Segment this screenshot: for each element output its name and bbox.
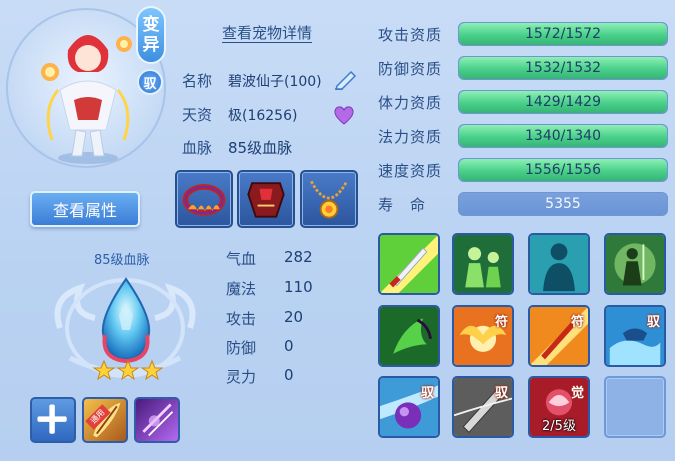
pet-name-row: 名称 碧波仙子(100): [182, 70, 322, 91]
stat-value: 110: [284, 278, 313, 296]
skill-slot[interactable]: [378, 305, 440, 367]
lifespan-bar: 5355: [458, 192, 668, 216]
pet-detail-link[interactable]: 查看宠物详情: [222, 22, 312, 43]
skill-slot[interactable]: 符: [528, 305, 590, 367]
stat-label: 灵力: [226, 368, 257, 386]
quality-label-magic: 法力资质: [378, 128, 443, 146]
name-label: 名称: [182, 72, 213, 90]
stat-row-defense: 防御 0: [226, 337, 294, 358]
bloodline-stars: [92, 359, 164, 381]
equip-slot-armor[interactable]: [237, 170, 295, 228]
view-attributes-button[interactable]: 查看属性: [30, 191, 140, 227]
quality-bar-text: 1556/1556: [525, 162, 601, 178]
skill-slot[interactable]: [378, 233, 440, 295]
skill-badge-fu: 符: [570, 315, 584, 330]
shield-warrior-icon: [606, 235, 664, 293]
stat-row-spirit: 灵力 0: [226, 366, 294, 387]
stat-label: 气血: [226, 250, 257, 268]
skill-badge-yu: 驭: [494, 386, 508, 401]
quality-bar-defense: 1532/1532: [458, 56, 668, 80]
skill-slot-empty[interactable]: [604, 376, 666, 438]
equip-slot-collar[interactable]: [175, 170, 233, 228]
bloodline-label: 血脉: [182, 139, 213, 157]
mutation-badge-line2: 异: [142, 35, 160, 55]
aptitude-label: 天资: [182, 106, 213, 124]
stat-label: 防御: [226, 339, 257, 357]
skill-level-text: 2/5级: [542, 419, 576, 434]
necklace-icon: [310, 180, 348, 219]
skill-slot[interactable]: [528, 233, 590, 295]
skill-slot[interactable]: [452, 233, 514, 295]
lifespan-label: 寿 命: [378, 196, 427, 214]
quality-bar-speed: 1556/1556: [458, 158, 668, 182]
quality-bar-text: 1572/1572: [525, 26, 601, 42]
stat-row-hp: 气血 282: [226, 248, 313, 269]
rename-pen-icon[interactable]: [333, 68, 359, 90]
quality-bar-text: 1429/1429: [525, 94, 601, 110]
skill-slot[interactable]: 驭: [378, 376, 440, 438]
quality-bar-stamina: 1429/1429: [458, 90, 668, 114]
sword-slash-icon: [380, 235, 438, 293]
skill-badge-yu: 驭: [646, 315, 660, 330]
star-icon: [140, 359, 164, 381]
skill-badge-jue: 觉: [570, 386, 584, 401]
green-warriors-icon: [454, 235, 512, 293]
pet-bloodline-row: 血脉 85级血脉: [182, 137, 292, 158]
name-value: 碧波仙子(100): [228, 73, 322, 90]
aptitude-value: 极(16256): [228, 107, 298, 124]
stat-row-mp: 魔法 110: [226, 278, 313, 299]
blue-silhouette-icon: [530, 235, 588, 293]
skill-slot[interactable]: 符: [452, 305, 514, 367]
skill-badge-yu: 驭: [420, 386, 434, 401]
stat-value: 20: [284, 308, 304, 326]
quality-bar-attack: 1572/1572: [458, 22, 668, 46]
quality-label-attack: 攻击资质: [378, 26, 443, 44]
quality-bar-magic: 1340/1340: [458, 124, 668, 148]
quality-label-defense: 防御资质: [378, 60, 443, 78]
magic-claw-icon: [142, 403, 174, 437]
star-icon: [92, 359, 116, 381]
mutation-badge: 变 异: [136, 6, 166, 64]
skill-slot[interactable]: 觉 2/5级: [528, 376, 590, 438]
mutation-badge-line1: 变: [142, 15, 160, 35]
stat-label: 魔法: [226, 280, 257, 298]
quality-bar-text: 1340/1340: [525, 128, 601, 144]
bloodline-value: 85级血脉: [228, 139, 293, 157]
special-item-slot[interactable]: [134, 397, 180, 443]
flame-collar-icon: [182, 184, 226, 216]
ride-badge: 驭: [137, 69, 163, 95]
heart-icon[interactable]: [333, 105, 355, 125]
quality-bar-text: 1532/1532: [525, 60, 601, 76]
stat-label: 攻击: [226, 310, 257, 328]
lifespan-value: 5355: [545, 196, 581, 212]
quality-label-speed: 速度资质: [378, 162, 443, 180]
skill-badge-fu: 符: [494, 315, 508, 330]
stat-value: 0: [284, 337, 294, 355]
skill-slot[interactable]: 驭: [452, 376, 514, 438]
general-item-slot[interactable]: 通用: [82, 397, 128, 443]
pet-aptitude-row: 天资 极(16256): [182, 104, 297, 125]
pet-portrait: [41, 35, 132, 164]
bloodline-gem-icon[interactable]: [95, 275, 157, 365]
stat-row-attack: 攻击 20: [226, 308, 303, 329]
add-slot-button[interactable]: [30, 397, 76, 443]
stat-value: 282: [284, 248, 313, 266]
green-claw-icon: [380, 307, 438, 365]
star-icon: [116, 359, 140, 381]
skill-slot[interactable]: [604, 233, 666, 295]
quality-label-stamina: 体力资质: [378, 94, 443, 112]
plus-icon: [37, 404, 67, 434]
equip-slot-necklace[interactable]: [300, 170, 358, 228]
skill-slot[interactable]: 驭: [604, 305, 666, 367]
stat-value: 0: [284, 366, 294, 384]
armor-icon: [247, 182, 285, 218]
